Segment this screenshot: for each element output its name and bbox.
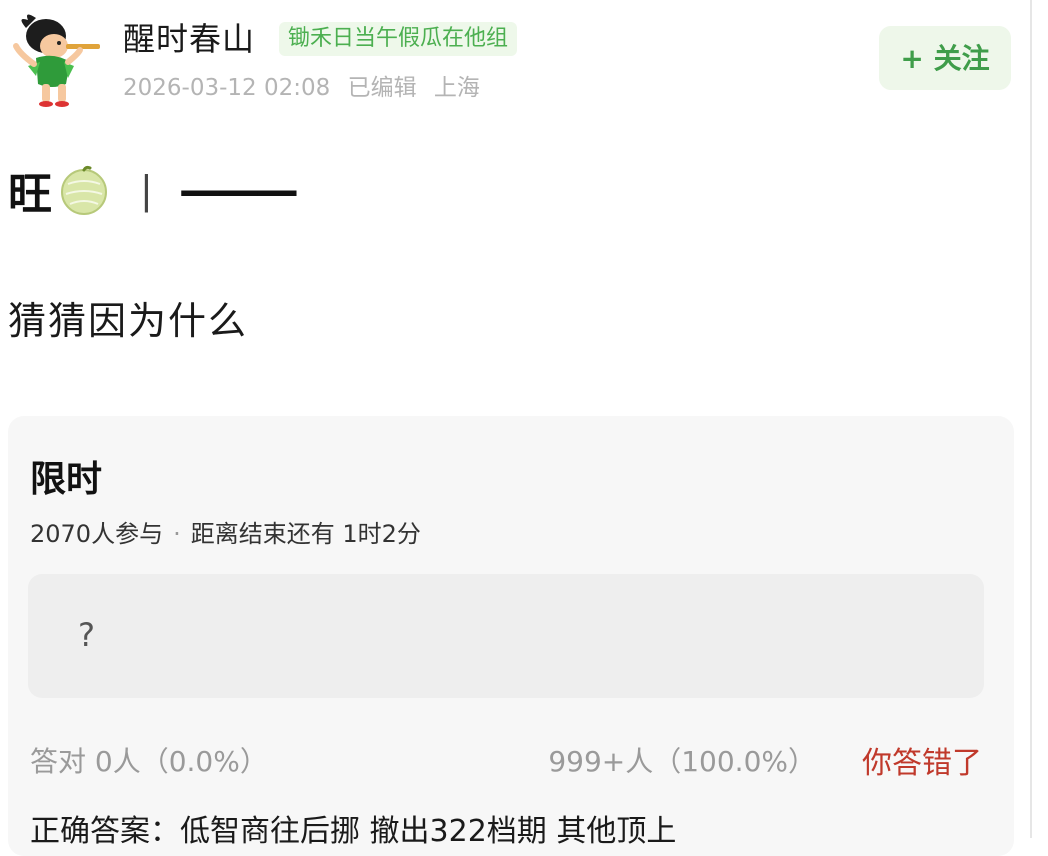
wrong-stat: 999+人（100.0%）	[548, 745, 816, 778]
post-body-text: 猜猜因为什么	[8, 299, 249, 343]
follow-button[interactable]: + 关注	[879, 26, 1011, 90]
post-date: 2026-03-12 02:08	[123, 75, 331, 101]
quiz-option[interactable]: ?	[28, 574, 984, 698]
countdown-text: 距离结束还有 1时2分	[190, 520, 421, 548]
melon-icon	[58, 164, 110, 216]
title-char: 旺	[8, 169, 52, 220]
quiz-option-text: ?	[78, 616, 95, 654]
user-tag-badge: 锄禾日当午假瓜在他组	[279, 22, 518, 56]
participants-count: 2070人参与	[30, 520, 164, 548]
correct-stat: 答对 0人（0.0%）	[30, 745, 268, 778]
username[interactable]: 醒时春山	[123, 14, 255, 60]
result-label: 你答错了	[862, 746, 982, 781]
user-avatar[interactable]	[6, 6, 110, 110]
post-meta: 2026-03-12 02:08 已编辑 上海	[123, 68, 490, 102]
right-edge-divider	[1030, 0, 1032, 838]
title-separator: |	[140, 168, 153, 212]
meta-separator: ·	[173, 520, 181, 548]
post-title: 旺 | ———	[8, 160, 299, 221]
title-dash: ———	[178, 164, 299, 216]
correct-answer-text: 正确答案：低智商往后挪 撤出322档期 其他顶上	[30, 814, 677, 849]
post-location: 上海	[433, 75, 480, 101]
edited-label: 已编辑	[347, 75, 417, 101]
quiz-title: 限时	[30, 459, 103, 500]
quiz-card: 限时 2070人参与 · 距离结束还有 1时2分 ? 答对 0人（0.0%） 999…	[8, 416, 1014, 856]
quiz-meta: 2070人参与 · 距离结束还有 1时2分	[30, 514, 421, 549]
